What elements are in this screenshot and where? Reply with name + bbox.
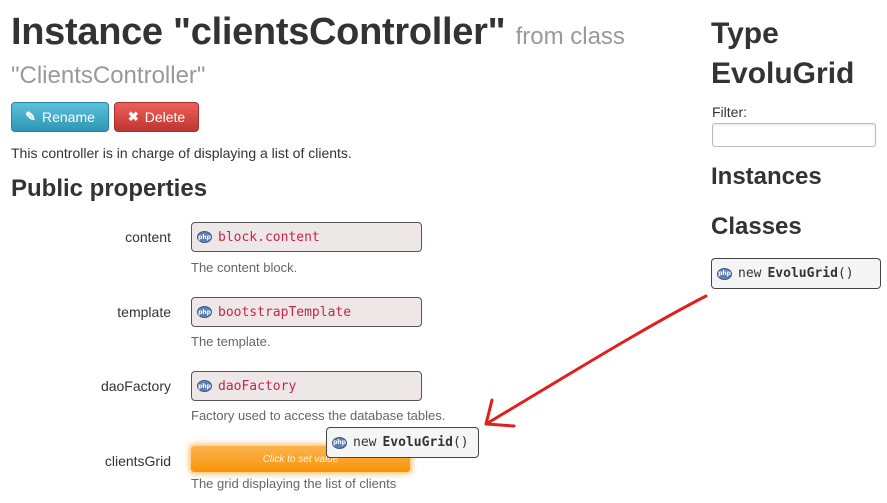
annotation-arrow bbox=[484, 294, 708, 428]
